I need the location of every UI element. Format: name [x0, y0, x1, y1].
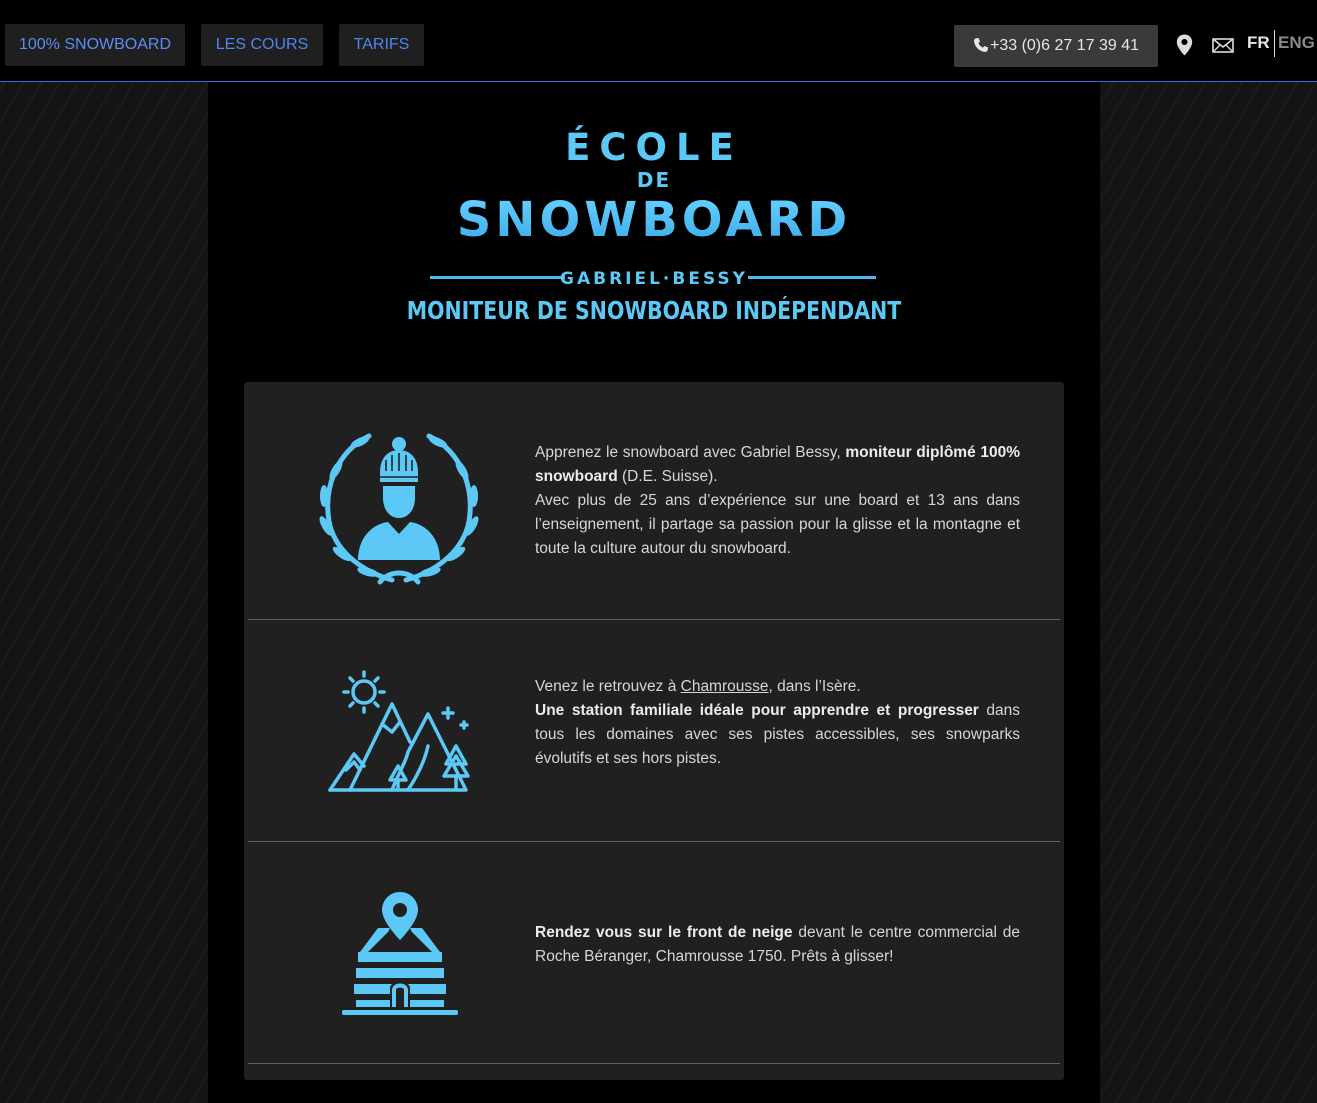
logo-line-right — [748, 276, 876, 279]
mountains-sun-icon — [328, 670, 470, 792]
chamrousse-link[interactable]: Chamrousse — [681, 678, 769, 695]
nav-tarifs[interactable]: TARIFS — [339, 24, 424, 66]
intro-panel: Apprenez le snowboard avec Gabriel Bessy… — [244, 382, 1064, 1080]
envelope-icon[interactable] — [1212, 38, 1234, 53]
lang-separator — [1274, 30, 1275, 57]
lang-fr[interactable]: FR — [1247, 33, 1270, 53]
logo-ecole: ÉCOLE — [565, 126, 743, 169]
instructor-experience-text: Avec plus de 25 ans d’expérience sur une… — [535, 492, 1020, 557]
main-content: ÉCOLE DE SNOWBOARD GABRIEL·BESSY MONITEU… — [208, 82, 1100, 1103]
phone-button[interactable]: +33 (0)6 27 17 39 41 — [954, 25, 1158, 67]
row-divider — [248, 1063, 1060, 1064]
location-text-a: Venez le retrouvez à — [535, 678, 681, 695]
row-divider — [248, 619, 1060, 620]
logo-snowboard: SNOWBOARD — [208, 192, 1100, 248]
logo-name: GABRIEL·BESSY — [560, 269, 748, 289]
location-text-bold: Une station familiale idéale pour appren… — [535, 702, 979, 719]
location-description: Venez le retrouvez à Chamrousse, dans l’… — [535, 675, 1020, 771]
meeting-point-description: Rendez vous sur le front de neige devant… — [535, 921, 1020, 969]
logo-tagline: MONITEUR DE SNOWBOARD INDÉPENDANT — [406, 296, 902, 325]
top-navigation-bar: 100% SNOWBOARD LES COURS TARIFS +33 (0)6… — [0, 0, 1317, 82]
lang-eng[interactable]: ENG — [1278, 33, 1315, 53]
instructor-description: Apprenez le snowboard avec Gabriel Bessy… — [535, 441, 1020, 561]
instructor-text-c: (D.E. Suisse). — [617, 468, 718, 485]
logo-de: DE — [636, 168, 672, 192]
instructor-laurel-icon — [319, 433, 479, 585]
nav-les-cours[interactable]: LES COURS — [201, 24, 323, 66]
nav-100-snowboard[interactable]: 100% SNOWBOARD — [5, 24, 185, 66]
phone-number: +33 (0)6 27 17 39 41 — [989, 37, 1139, 54]
meeting-point-bold: Rendez vous sur le front de neige — [535, 924, 793, 941]
row-divider — [248, 841, 1060, 842]
instructor-text-a: Apprenez le snowboard avec Gabriel Bessy… — [535, 444, 846, 461]
location-pin-icon[interactable] — [1176, 34, 1193, 56]
location-text-c: , dans l’Isère. — [768, 678, 861, 695]
igloo-location-icon — [342, 892, 458, 1015]
phone-icon — [973, 38, 988, 52]
